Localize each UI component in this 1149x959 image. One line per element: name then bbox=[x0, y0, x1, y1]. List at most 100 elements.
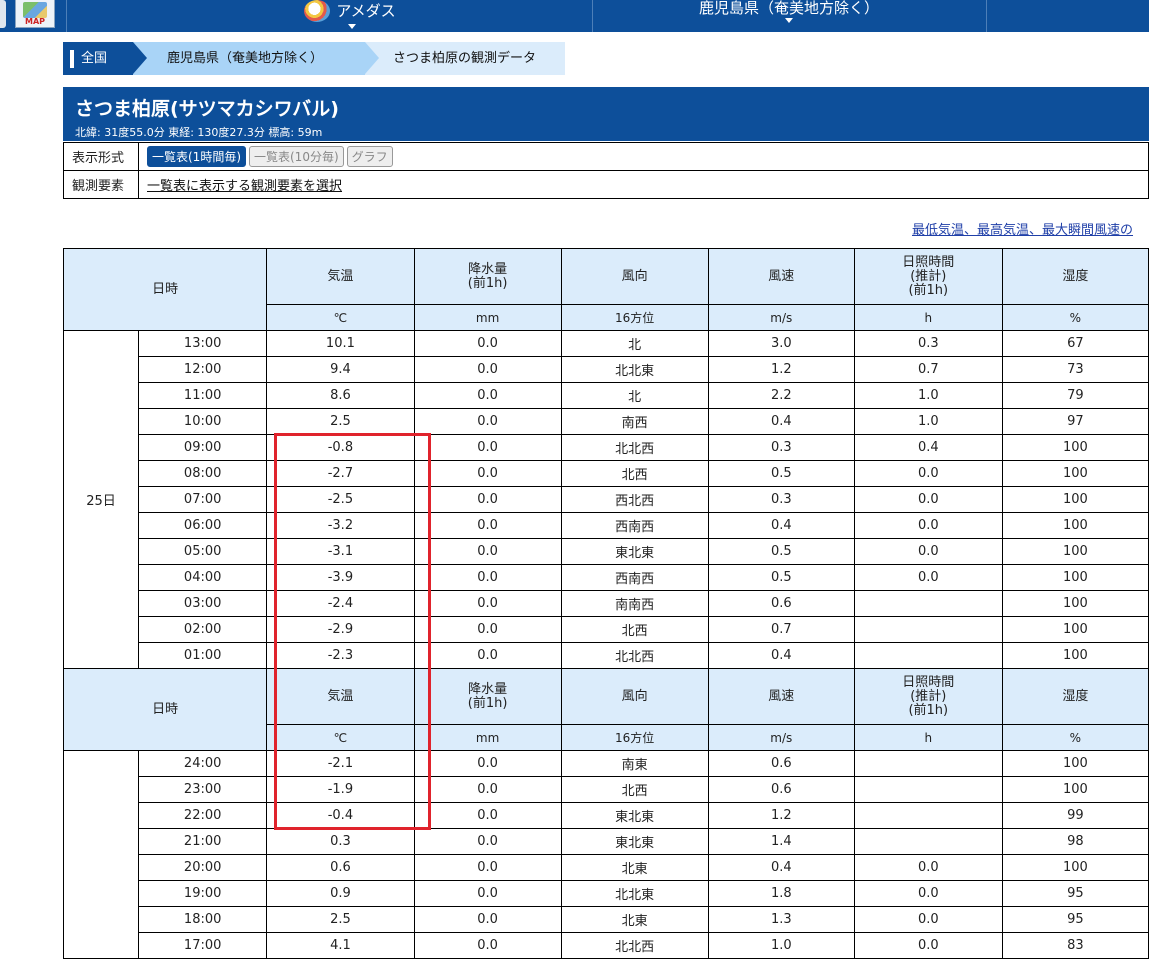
cell-wind-speed: 0.5 bbox=[707, 460, 855, 487]
cell-humidity: 100 bbox=[1001, 854, 1149, 881]
breadcrumb-current-label: さつま柏原の観測データ bbox=[393, 51, 537, 66]
cell-wind-dir: 北北西 bbox=[560, 434, 709, 461]
cell-wind-speed: 0.4 bbox=[707, 854, 855, 881]
select-elements-link[interactable]: 一覧表に表示する観測要素を選択 bbox=[147, 179, 342, 194]
cell-wind-dir: 北北東 bbox=[560, 880, 709, 907]
cell-precip: 0.0 bbox=[413, 460, 562, 487]
cell-wind-speed: 3.0 bbox=[707, 330, 855, 357]
header-wind-dir: 風向 bbox=[560, 668, 709, 725]
cell-humidity: 100 bbox=[1001, 776, 1149, 803]
cell-sunshine bbox=[853, 802, 1003, 829]
breadcrumb-prefecture[interactable]: 鹿児島県（奄美地方除く） bbox=[133, 42, 365, 75]
unit-sunshine: h bbox=[853, 304, 1003, 331]
cell-time: 06:00 bbox=[138, 512, 268, 539]
nav-prefecture-menu[interactable]: 鹿児島県（奄美地方除く） bbox=[593, 0, 985, 32]
format-label: 表示形式 bbox=[63, 142, 139, 171]
chevron-down-icon bbox=[348, 24, 356, 29]
table-row: 10:00 2.5 0.0 南西 0.4 1.0 97 bbox=[64, 408, 1149, 435]
top-navigation: MAP アメダス 鹿児島県（奄美地方除く） bbox=[0, 0, 1149, 32]
cell-sunshine bbox=[853, 776, 1003, 803]
cell-wind-dir: 東北東 bbox=[560, 802, 709, 829]
cell-precip: 0.0 bbox=[413, 854, 562, 881]
breadcrumb-current: さつま柏原の観測データ bbox=[363, 42, 565, 75]
ten-minute-table-button[interactable]: 一覧表(10分毎) bbox=[249, 146, 344, 167]
format-buttons: 一覧表(1時間毎) 一覧表(10分毎) グラフ bbox=[138, 142, 1149, 171]
breadcrumb-home[interactable]: 全国 bbox=[63, 42, 133, 75]
cell-sunshine: 0.0 bbox=[853, 906, 1003, 933]
cell-wind-speed: 0.3 bbox=[707, 486, 855, 513]
table-row: 12:00 9.4 0.0 北北東 1.2 0.7 73 bbox=[64, 356, 1149, 383]
header-precip: 降水量 (前1h) bbox=[413, 248, 562, 305]
cell-humidity: 100 bbox=[1001, 460, 1149, 487]
cell-wind-dir: 西南西 bbox=[560, 564, 709, 591]
cell-time: 05:00 bbox=[138, 538, 268, 565]
cell-time: 07:00 bbox=[138, 486, 268, 513]
cell-precip: 0.0 bbox=[413, 880, 562, 907]
cell-temp: -2.5 bbox=[266, 486, 415, 513]
header-humidity: 湿度 bbox=[1001, 668, 1149, 725]
cell-wind-speed: 1.0 bbox=[707, 932, 855, 959]
cell-wind-dir: 北 bbox=[560, 382, 709, 409]
cell-temp: -0.8 bbox=[266, 434, 415, 461]
cell-precip: 0.0 bbox=[413, 616, 562, 643]
cell-sunshine bbox=[853, 642, 1003, 669]
cell-humidity: 100 bbox=[1001, 434, 1149, 461]
station-name: さつま柏原(サツマカシワバル) bbox=[75, 98, 339, 120]
header-temp: 気温 bbox=[266, 668, 415, 725]
map-icon[interactable]: MAP bbox=[15, 0, 55, 28]
cell-precip: 0.0 bbox=[413, 750, 562, 777]
cell-time: 17:00 bbox=[138, 932, 268, 959]
nav-prefecture-label: 鹿児島県（奄美地方除く） bbox=[698, 0, 879, 17]
cell-wind-dir: 西北西 bbox=[560, 486, 709, 513]
cell-precip: 0.0 bbox=[413, 906, 562, 933]
cell-precip: 0.0 bbox=[413, 486, 562, 513]
table-row: 17:00 4.1 0.0 北北西 1.0 0.0 83 bbox=[64, 932, 1149, 959]
cell-precip: 0.0 bbox=[413, 828, 562, 855]
cell-humidity: 100 bbox=[1001, 642, 1149, 669]
cell-precip: 0.0 bbox=[413, 512, 562, 539]
cell-temp: -2.1 bbox=[266, 750, 415, 777]
cell-precip: 0.0 bbox=[413, 776, 562, 803]
cell-temp: 9.4 bbox=[266, 356, 415, 383]
cell-wind-dir: 北北東 bbox=[560, 356, 709, 383]
cell-wind-speed: 0.6 bbox=[707, 750, 855, 777]
table-row: 20:00 0.6 0.0 北東 0.4 0.0 100 bbox=[64, 854, 1149, 881]
cell-sunshine bbox=[853, 590, 1003, 617]
nav-amedas-menu[interactable]: アメダス bbox=[270, 0, 430, 32]
table-row: 01:00 -2.3 0.0 北北西 0.4 100 bbox=[64, 642, 1149, 669]
header-temp: 気温 bbox=[266, 248, 415, 305]
table-row: 05:00 -3.1 0.0 東北東 0.5 0.0 100 bbox=[64, 538, 1149, 565]
cell-wind-dir: 南東 bbox=[560, 750, 709, 777]
cell-wind-speed: 0.5 bbox=[707, 538, 855, 565]
menu-icon[interactable] bbox=[0, 0, 6, 28]
breadcrumb-arrow bbox=[133, 42, 147, 74]
cell-humidity: 100 bbox=[1001, 590, 1149, 617]
cell-humidity: 95 bbox=[1001, 880, 1149, 907]
cell-humidity: 100 bbox=[1001, 512, 1149, 539]
graph-button[interactable]: グラフ bbox=[346, 146, 393, 167]
header-sunshine: 日照時間 (推計) (前1h) bbox=[853, 668, 1003, 725]
table-row: 09:00 -0.8 0.0 北北西 0.3 0.4 100 bbox=[64, 434, 1149, 461]
cell-temp: -3.9 bbox=[266, 564, 415, 591]
table-row: 23:00 -1.9 0.0 北西 0.6 100 bbox=[64, 776, 1149, 803]
cell-wind-speed: 1.8 bbox=[707, 880, 855, 907]
min-max-link[interactable]: 最低気温、最高気温、最大瞬間風速の bbox=[912, 219, 1133, 238]
hourly-table-button[interactable]: 一覧表(1時間毎) bbox=[147, 146, 246, 167]
header-precip: 降水量 (前1h) bbox=[413, 668, 562, 725]
elements-label: 観測要素 bbox=[63, 170, 139, 199]
cell-wind-speed: 0.4 bbox=[707, 512, 855, 539]
cell-precip: 0.0 bbox=[413, 382, 562, 409]
cell-time: 19:00 bbox=[138, 880, 268, 907]
cell-wind-speed: 2.2 bbox=[707, 382, 855, 409]
cell-wind-dir: 南南西 bbox=[560, 590, 709, 617]
unit-temp: ℃ bbox=[266, 304, 415, 331]
cell-time: 20:00 bbox=[138, 854, 268, 881]
cell-temp: 8.6 bbox=[266, 382, 415, 409]
cell-temp: -1.9 bbox=[266, 776, 415, 803]
observation-table: 日時 気温 降水量 (前1h) 風向 風速 日照時間 (推計) (前1h) 湿度 ℃ mm 16方位 m/… bbox=[62, 248, 1149, 959]
cell-humidity: 99 bbox=[1001, 802, 1149, 829]
cell-time: 11:00 bbox=[138, 382, 268, 409]
cell-sunshine: 1.0 bbox=[853, 408, 1003, 435]
cell-temp: 0.9 bbox=[266, 880, 415, 907]
cell-wind-dir: 北 bbox=[560, 330, 709, 357]
